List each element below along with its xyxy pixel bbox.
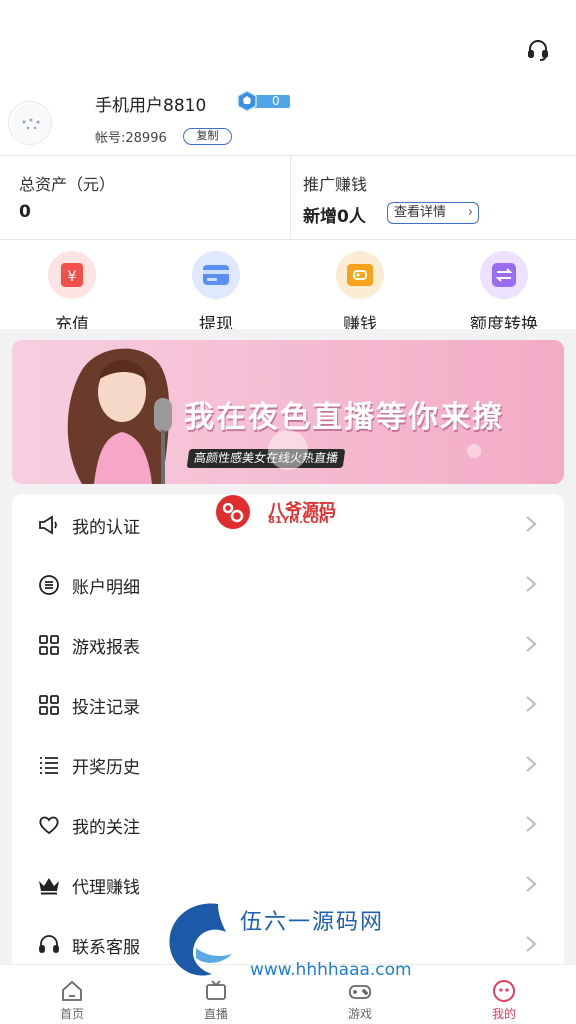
watermark-site-name: 伍六一源码网 xyxy=(240,910,385,935)
chevron-right-icon xyxy=(526,816,537,832)
tab-label: 首页 xyxy=(59,1007,84,1021)
banner-title: 我在夜色直播等你来撩 xyxy=(184,400,504,435)
total-assets-label: 总资产（元） xyxy=(19,175,116,194)
withdraw-button[interactable]: 提现 xyxy=(156,250,276,335)
menu-item-follows[interactable]: 我的关注 xyxy=(12,794,564,854)
promotion-earnings: 推广赚钱 新增0人 查看详情 › xyxy=(292,156,576,239)
list-icon xyxy=(40,757,58,774)
view-details-label: 查看详情 xyxy=(394,205,447,220)
chevron-right-icon: › xyxy=(467,205,473,220)
banner-decor-bubble xyxy=(467,444,481,458)
username: 手机用户8810 xyxy=(95,96,207,116)
menu-item-draw-history[interactable]: 开奖历史 xyxy=(12,734,564,794)
menu-label: 开奖历史 xyxy=(72,758,140,778)
total-assets[interactable]: 总资产（元） 0 xyxy=(0,156,291,239)
quota-transfer-button[interactable]: 额度转换 xyxy=(444,250,564,335)
level-number: 0 xyxy=(272,94,280,108)
yuan-icon: ¥ xyxy=(48,251,96,299)
tab-label: 游戏 xyxy=(347,1007,372,1021)
profile-face-icon xyxy=(493,980,515,1002)
total-assets-value: 0 xyxy=(19,202,31,222)
home-icon xyxy=(62,980,82,1001)
tab-mine[interactable]: 我的 xyxy=(432,965,576,1024)
menu-label: 投注记录 xyxy=(72,698,140,718)
watermark-logo-icon xyxy=(216,495,250,529)
grid-icon xyxy=(39,635,59,655)
chevron-right-icon xyxy=(526,876,537,892)
menu-item-account-details[interactable]: 账户明细 xyxy=(12,554,564,614)
promo-banner[interactable]: 我在夜色直播等你来撩 高颜性感美女在线火热直播 xyxy=(12,340,564,484)
watermark-bird-icon xyxy=(169,903,232,976)
watermark-site-url: www.hhhhaaa.com xyxy=(250,960,412,980)
menu-item-game-report[interactable]: 游戏报表 xyxy=(12,614,564,674)
wallet-icon xyxy=(336,251,384,299)
banner-decor-bubble xyxy=(268,430,308,470)
menu-label: 游戏报表 xyxy=(72,638,140,658)
chevron-right-icon xyxy=(526,636,537,652)
avatar[interactable] xyxy=(8,101,52,145)
level-badge: 0 xyxy=(236,90,290,112)
menu-label: 代理赚钱 xyxy=(72,878,140,898)
watermark-url: 81YM.COM xyxy=(268,515,329,526)
menu-label: 联系客服 xyxy=(72,938,140,958)
transfer-icon xyxy=(480,251,528,299)
menu-label: 我的认证 xyxy=(72,518,140,538)
chevron-right-icon xyxy=(526,756,537,772)
banner-subtitle: 高颜性感美女在线火热直播 xyxy=(186,449,346,468)
earn-button[interactable]: 赚钱 xyxy=(300,250,420,335)
profile-header: 手机用户8810 0 帐号:28996 复制 xyxy=(0,85,576,155)
watermark-site: 伍六一源码网 www.hhhhaaa.com xyxy=(160,898,420,988)
crown-icon xyxy=(39,878,59,895)
quick-actions: ¥ 充值 提现 赚钱 额度转换 xyxy=(0,240,576,335)
svg-text:¥: ¥ xyxy=(68,269,77,285)
card-icon xyxy=(192,251,240,299)
chevron-right-icon xyxy=(526,696,537,712)
megaphone-icon xyxy=(39,515,57,535)
grid-icon xyxy=(39,695,59,715)
headset-icon[interactable] xyxy=(526,38,550,62)
headset-icon xyxy=(39,935,59,953)
chevron-right-icon xyxy=(526,516,537,532)
menu-label: 我的关注 xyxy=(72,818,140,838)
view-details-button[interactable]: 查看详情 › xyxy=(387,202,479,224)
heart-icon xyxy=(39,816,59,835)
assets-panel: 总资产（元） 0 推广赚钱 新增0人 查看详情 › xyxy=(0,156,576,239)
menu-item-bet-records[interactable]: 投注记录 xyxy=(12,674,564,734)
menu-label: 账户明细 xyxy=(72,578,140,598)
list-circle-icon xyxy=(39,575,59,595)
level-hex-icon xyxy=(237,90,257,112)
chevron-right-icon xyxy=(526,936,537,952)
promotion-value: 新增0人 xyxy=(303,207,366,227)
account-id: 帐号:28996 xyxy=(95,131,167,146)
chevron-right-icon xyxy=(526,576,537,592)
tab-label: 直播 xyxy=(203,1007,228,1021)
promotion-label: 推广赚钱 xyxy=(303,175,368,194)
watermark-logo: 八爷源码 81YM.COM xyxy=(214,494,354,530)
top-bar xyxy=(0,0,576,90)
recharge-button[interactable]: ¥ 充值 xyxy=(12,250,132,335)
copy-button[interactable]: 复制 xyxy=(183,128,232,145)
banner-model-image xyxy=(67,348,172,484)
tab-label: 我的 xyxy=(491,1007,516,1021)
tab-home[interactable]: 首页 xyxy=(0,965,144,1024)
